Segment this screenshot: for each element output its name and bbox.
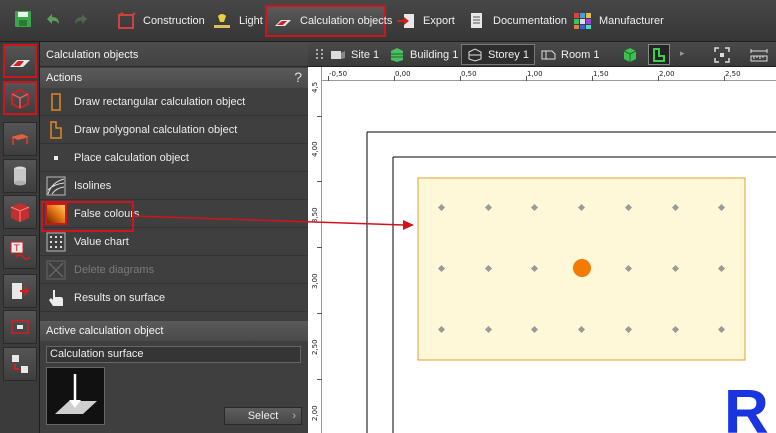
- calculation-volume-icon: [11, 88, 29, 110]
- documentation-button[interactable]: Documentation: [460, 5, 573, 37]
- calc-surface-tool-button[interactable]: [3, 44, 37, 78]
- tab-building[interactable]: Building 1: [384, 44, 463, 65]
- light-button[interactable]: Light: [206, 5, 269, 37]
- panel-title: Calculation objects: [40, 42, 308, 67]
- value-chart-icon: [45, 231, 67, 253]
- fit-view-button[interactable]: [711, 44, 733, 65]
- view-tabs: Site 1 Building 1 Storey 1 Room 1 ▸: [308, 42, 776, 67]
- chevron-right-icon: ›: [292, 410, 296, 422]
- isolines-icon: [45, 175, 67, 197]
- room-icon: [541, 50, 556, 60]
- active-object-header: Active calculation object: [40, 321, 308, 341]
- construction-button[interactable]: Construction: [110, 5, 211, 37]
- ruler-icon: [750, 48, 768, 61]
- construction-icon: [118, 12, 136, 29]
- delete-diagrams-icon: [45, 259, 67, 281]
- fit-view-icon: [714, 46, 730, 63]
- calculation-objects-button[interactable]: Calculation objects: [265, 5, 392, 37]
- storey-icon: [468, 48, 482, 62]
- table-tool-button[interactable]: [3, 122, 37, 156]
- false-colours-icon: [45, 202, 67, 225]
- building-icon: [391, 48, 403, 62]
- active-object-field[interactable]: Calculation surface: [46, 346, 301, 363]
- action-isolines[interactable]: Isolines: [40, 172, 308, 200]
- results-on-surface-icon: [45, 287, 67, 309]
- text-annotation-icon: T: [10, 241, 31, 260]
- manufacturer-icon: [574, 13, 591, 29]
- floorplan-drawing: R: [366, 131, 776, 433]
- actions-header: Actions ?: [40, 68, 308, 88]
- cube-tool-button[interactable]: [3, 195, 37, 229]
- arrange-icon: [12, 355, 28, 373]
- action-draw-polygonal[interactable]: Draw polygonal calculation object: [40, 116, 308, 144]
- redo-icon[interactable]: [72, 10, 90, 28]
- insert-tool-button[interactable]: [3, 274, 37, 308]
- insert-object-icon: [12, 283, 30, 299]
- chevron-down-icon[interactable]: ▸: [680, 48, 685, 59]
- surface-preview-image: [46, 367, 105, 425]
- action-delete-diagrams[interactable]: Delete diagrams: [40, 256, 308, 284]
- tab-room[interactable]: Room 1: [535, 44, 605, 65]
- cylinder-icon: [14, 166, 26, 186]
- floorplan-view-button[interactable]: [648, 44, 670, 65]
- calculation-objects-icon: [275, 20, 291, 26]
- action-draw-rectangular[interactable]: Draw rectangular calculation object: [40, 88, 308, 116]
- undo-icon[interactable]: [44, 10, 62, 28]
- documentation-icon: [471, 13, 482, 28]
- action-place-calculation-object[interactable]: Place calculation object: [40, 144, 308, 172]
- logo-letter: R: [724, 378, 769, 433]
- draw-rect-icon: [45, 91, 67, 113]
- orange-marker[interactable]: [573, 259, 591, 277]
- 3d-view-button[interactable]: [619, 44, 641, 65]
- save-icon[interactable]: [14, 10, 32, 28]
- draw-polygon-icon: [45, 119, 67, 141]
- left-toolbar: T: [0, 42, 40, 433]
- place-point-icon: [45, 147, 67, 169]
- tab-site[interactable]: Site 1: [325, 44, 384, 65]
- measure-frame-icon: [11, 320, 29, 334]
- light-icon: [214, 14, 230, 28]
- main-toolbar: Construction Light Calculation objects E…: [0, 0, 776, 42]
- calculation-surface-icon: [10, 60, 30, 67]
- measure-button[interactable]: [748, 44, 770, 65]
- help-icon[interactable]: ?: [294, 69, 302, 85]
- calc-volume-tool-button[interactable]: [3, 81, 37, 115]
- export-button[interactable]: Export: [390, 5, 461, 37]
- action-results-on-surface[interactable]: Results on surface: [40, 284, 308, 312]
- select-button[interactable]: Select ›: [224, 407, 302, 425]
- svg-text:T: T: [13, 244, 20, 254]
- site-icon: [331, 51, 345, 59]
- calculation-objects-panel: Calculation objects Actions ? Draw recta…: [40, 42, 308, 433]
- export-icon: [397, 14, 414, 28]
- manufacturer-button[interactable]: Manufacturer: [566, 5, 670, 37]
- floorplan-icon: [653, 47, 665, 62]
- action-value-chart[interactable]: Value chart: [40, 228, 308, 256]
- action-false-colours[interactable]: False colours: [40, 200, 308, 228]
- drawing-canvas[interactable]: -0,50 0,00 0,50 1,00 1,50 2,00 2,50 4,5 …: [308, 67, 776, 433]
- tab-storey[interactable]: Storey 1: [461, 44, 535, 65]
- cube-icon: [10, 203, 30, 222]
- table-icon: [11, 134, 29, 145]
- measure-tool-button[interactable]: [3, 310, 37, 344]
- text-tool-button[interactable]: T: [3, 235, 37, 269]
- cylinder-tool-button[interactable]: [3, 159, 37, 193]
- surface-arrow-icon: [55, 374, 97, 414]
- arrange-tool-button[interactable]: [3, 347, 37, 381]
- green-cube-icon: [623, 47, 637, 62]
